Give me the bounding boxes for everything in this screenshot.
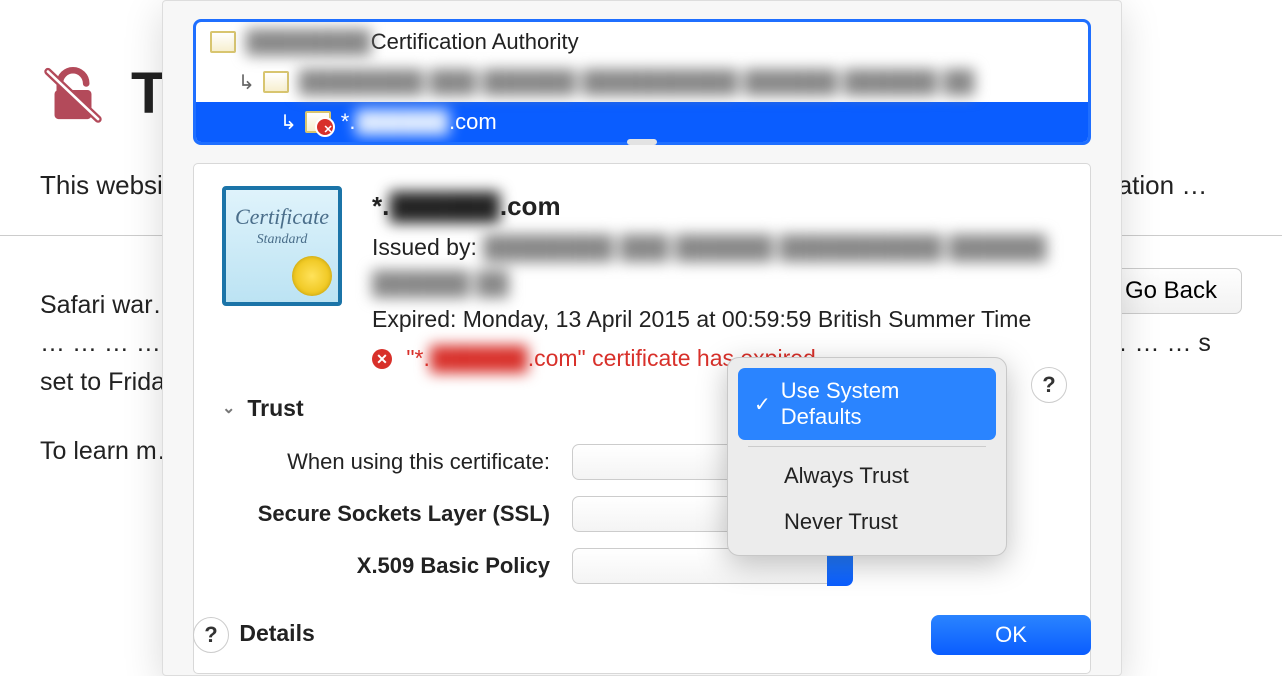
help-button[interactable]: ? xyxy=(1031,367,1067,403)
chain-leaf-row[interactable]: ↳ *. ██████ .com xyxy=(196,102,1088,142)
tree-branch-icon: ↳ xyxy=(280,110,297,135)
issued-by-line: Issued by: ████████ ███ ██████ █████████… xyxy=(372,230,1062,301)
resize-handle[interactable] xyxy=(627,139,657,145)
chain-root-suffix: Certification Authority xyxy=(371,29,579,55)
chain-leaf-redacted: ██████ xyxy=(355,109,449,135)
trust-policy-dropdown[interactable]: ✓ Use System Defaults Always Trust Never… xyxy=(727,357,1007,556)
x509-label: X.509 Basic Policy xyxy=(222,553,572,579)
checkmark-icon: ✓ xyxy=(754,392,771,417)
ok-button[interactable]: OK xyxy=(931,615,1091,655)
dropdown-option-never-trust[interactable]: Never Trust xyxy=(738,499,996,545)
expiry-line: Expired: Monday, 13 April 2015 at 00:59:… xyxy=(372,302,1062,338)
certificate-error-icon xyxy=(305,111,331,133)
ssl-label: Secure Sockets Layer (SSL) xyxy=(222,501,572,527)
cert-image-text: Certificate xyxy=(235,204,329,230)
issued-by-label: Issued by: xyxy=(372,234,483,260)
help-button[interactable]: ? xyxy=(193,617,229,653)
chain-root-row[interactable]: ████████ Certification Authority xyxy=(196,22,1088,62)
chain-intermediate-redacted: ████████ ███ ██████ ██████████ ██████ ██… xyxy=(299,69,975,95)
dropdown-option-label: Never Trust xyxy=(784,509,898,535)
error-redacted: ██████ xyxy=(430,345,528,371)
insecure-lock-icon xyxy=(40,61,106,127)
trust-section-label: Trust xyxy=(247,395,303,422)
certificate-large-icon: Certificate Standard xyxy=(222,186,342,306)
seal-icon xyxy=(292,256,332,296)
tree-branch-icon: ↳ xyxy=(238,70,255,95)
chain-leaf-prefix: *. xyxy=(341,109,356,135)
cert-name-redacted: ██████ xyxy=(389,191,500,221)
chevron-down-icon: ⌄ xyxy=(222,398,235,418)
dropdown-option-label: Use System Defaults xyxy=(781,378,980,430)
dropdown-separator xyxy=(748,446,986,447)
cert-name-prefix: *. xyxy=(372,191,389,221)
certificate-common-name: *.██████.com xyxy=(372,186,1062,226)
error-icon: ✕ xyxy=(372,349,392,369)
certificate-chain-tree[interactable]: ████████ Certification Authority ↳ █████… xyxy=(193,19,1091,145)
dropdown-option-system-defaults[interactable]: ✓ Use System Defaults xyxy=(738,368,996,440)
chain-root-redacted: ████████ xyxy=(246,29,371,55)
certificate-icon xyxy=(263,71,289,93)
chain-leaf-suffix: .com xyxy=(449,109,497,135)
cert-image-subtext: Standard xyxy=(257,232,308,248)
cert-name-suffix: .com xyxy=(500,191,561,221)
dropdown-option-label: Always Trust xyxy=(784,463,909,489)
chain-intermediate-row[interactable]: ↳ ████████ ███ ██████ ██████████ ██████ … xyxy=(196,62,1088,102)
dropdown-option-always-trust[interactable]: Always Trust xyxy=(738,453,996,499)
error-prefix: "*. xyxy=(406,345,430,371)
when-using-label: When using this certificate: xyxy=(222,449,572,475)
certificate-icon xyxy=(210,31,236,53)
certificate-dialog: ████████ Certification Authority ↳ █████… xyxy=(162,0,1122,676)
